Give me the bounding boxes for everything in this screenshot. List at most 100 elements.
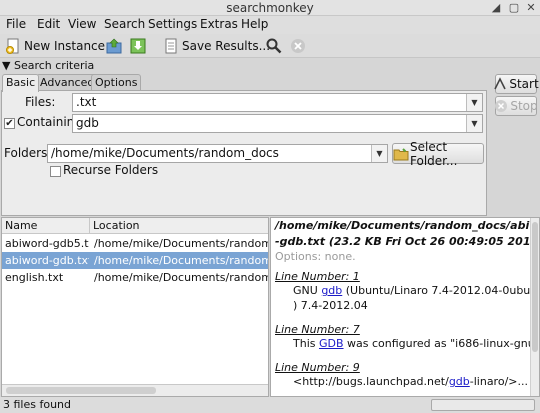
menu-help[interactable]: Help (241, 17, 268, 31)
folder-icon (393, 146, 409, 162)
column-header-location[interactable]: Location (90, 218, 268, 234)
file-meta: (23.2 KB Fri Oct 26 00:49:05 2012) (324, 235, 540, 248)
checkmark-icon: ✔ (5, 118, 14, 129)
file-path-tail: -gdb.txt (275, 235, 325, 248)
containing-combo[interactable]: gdb ▼ (72, 114, 483, 133)
select-folder-label: Select Folder... (410, 139, 458, 168)
start-label: Start (509, 77, 539, 91)
match-term-link[interactable]: GDB (319, 337, 344, 350)
start-icon (493, 76, 507, 92)
results-table: Name Location abiword-gdb5.txt /home/mik… (1, 217, 269, 397)
save-icon (130, 38, 146, 54)
recurse-folders-checkbox[interactable] (50, 166, 61, 177)
detail-vertical-scrollbar[interactable] (530, 218, 539, 396)
new-instance-label: New Instance (24, 39, 106, 53)
stop-label: Stop (510, 99, 538, 113)
search-criteria-label: Search criteria (13, 59, 95, 72)
stop-button[interactable]: Stop (494, 96, 538, 116)
search-criteria-expander[interactable]: ▼ Search criteria (2, 59, 94, 72)
recurse-folders-label: Recurse Folders (63, 163, 159, 177)
menu-bar: File Edit View Search Settings Extras He… (0, 16, 540, 34)
match-prefix: <http://bugs.launchpad.net/ (293, 375, 449, 388)
maximize-icon[interactable]: ▢ (508, 1, 520, 14)
file-location: /home/mike/Documents/random_docs (94, 237, 268, 250)
document-icon (163, 38, 179, 54)
menu-extras[interactable]: Extras (200, 17, 238, 31)
match-detail-pane: /home/mike/Documents/random_docs/abiword… (270, 217, 540, 397)
match-term-link[interactable]: gdb (449, 375, 470, 388)
basic-panel: Files: .txt ▼ ✔ Containing: gdb ▼ Folder… (1, 90, 487, 216)
menu-view[interactable]: View (68, 17, 96, 31)
match-suffix: was configured as "i686-linux-gnu". (343, 337, 540, 350)
line-number-heading: Line Number: 1 (275, 270, 360, 283)
magnifier-icon (266, 38, 282, 54)
folders-combo[interactable]: /home/mike/Documents/random_docs ▼ (47, 144, 388, 163)
select-folder-button[interactable]: Select Folder... (392, 140, 484, 168)
files-value: .txt (76, 95, 97, 109)
file-location: /home/mike/Documents/random_docs (94, 254, 268, 267)
tab-advanced[interactable]: Advanced (36, 74, 99, 91)
clear-button[interactable] (290, 36, 309, 56)
folders-label: Folders: (4, 146, 52, 160)
files-dropdown-arrow-icon[interactable]: ▼ (466, 94, 482, 111)
menu-file[interactable]: File (6, 17, 26, 31)
match-suffix: (Ubuntu/Linaro 7.4-2012.04-0ubuntu2 (342, 284, 540, 297)
menu-edit[interactable]: Edit (37, 17, 60, 31)
line-number-heading: Line Number: 7 (275, 323, 360, 336)
menu-settings[interactable]: Settings (148, 17, 197, 31)
files-combo[interactable]: .txt ▼ (72, 93, 483, 112)
save-button[interactable] (130, 36, 149, 56)
match-prefix: GNU (293, 284, 322, 297)
folders-value: /home/mike/Documents/random_docs (51, 146, 279, 160)
window-title: searchmonkey (226, 1, 314, 15)
files-label: Files: (25, 95, 56, 109)
match-line: <http://bugs.launchpad.net/gdb-linaro/>.… (293, 375, 528, 388)
new-instance-button[interactable]: New Instance (5, 36, 105, 56)
open-button[interactable] (106, 36, 125, 56)
scrollbar-thumb[interactable] (532, 222, 538, 352)
title-bar: searchmonkey ◢ ▢ ✕ (0, 0, 540, 16)
match-suffix: -linaro/>... (469, 375, 528, 388)
containing-value: gdb (76, 116, 99, 130)
file-name: english.txt (5, 271, 64, 284)
triangle-down-icon: ▼ (2, 59, 11, 72)
tab-options[interactable]: Options (91, 74, 142, 91)
open-icon (106, 38, 122, 54)
scrollbar-thumb[interactable] (6, 387, 156, 394)
tab-basic[interactable]: Basic (2, 74, 40, 92)
progress-bar (431, 399, 535, 411)
menu-search[interactable]: Search (104, 17, 145, 31)
save-results-label: Save Results... (182, 39, 271, 53)
containing-checkbox[interactable]: ✔ (4, 118, 15, 129)
file-name: abiword-gdb.txt (5, 254, 89, 267)
close-window-icon[interactable]: ✕ (525, 1, 537, 14)
column-header-name[interactable]: Name (2, 218, 90, 234)
line-number-heading: Line Number: 9 (275, 361, 360, 374)
table-row[interactable]: abiword-gdb.txt /home/mike/Documents/ran… (2, 252, 268, 269)
start-button[interactable]: Start (493, 74, 539, 94)
minimize-icon[interactable]: ◢ (490, 1, 502, 14)
match-line: This GDB was configured as "i686-linux-g… (293, 337, 540, 350)
file-path-line2: -gdb.txt (23.2 KB Fri Oct 26 00:49:05 20… (275, 235, 540, 248)
containing-dropdown-arrow-icon[interactable]: ▼ (466, 115, 482, 132)
match-term-link[interactable]: gdb (321, 284, 342, 297)
results-horizontal-scrollbar[interactable] (2, 384, 268, 396)
match-line-continuation: ) 7.4-2012.04 (293, 299, 368, 312)
stop-icon (494, 98, 508, 114)
toolbar: New Instance Save Results... (0, 34, 540, 58)
match-prefix: This (293, 337, 319, 350)
clear-icon (290, 38, 306, 54)
file-name: abiword-gdb5.txt (5, 237, 89, 250)
options-text: Options: none. (275, 250, 356, 263)
find-button[interactable] (266, 36, 285, 56)
match-line: GNU gdb (Ubuntu/Linaro 7.4-2012.04-0ubun… (293, 284, 540, 297)
file-path-line1: /home/mike/Documents/random_docs/abiword (275, 219, 540, 232)
new-document-icon (5, 38, 21, 54)
save-results-button[interactable]: Save Results... (163, 36, 270, 56)
table-row[interactable]: abiword-gdb5.txt /home/mike/Documents/ra… (2, 235, 268, 252)
file-location: /home/mike/Documents/random_docs (94, 271, 268, 284)
folders-dropdown-arrow-icon[interactable]: ▼ (371, 145, 387, 162)
table-row[interactable]: english.txt /home/mike/Documents/random_… (2, 269, 268, 286)
status-bar: 3 files found (0, 397, 540, 413)
status-text: 3 files found (3, 398, 72, 411)
